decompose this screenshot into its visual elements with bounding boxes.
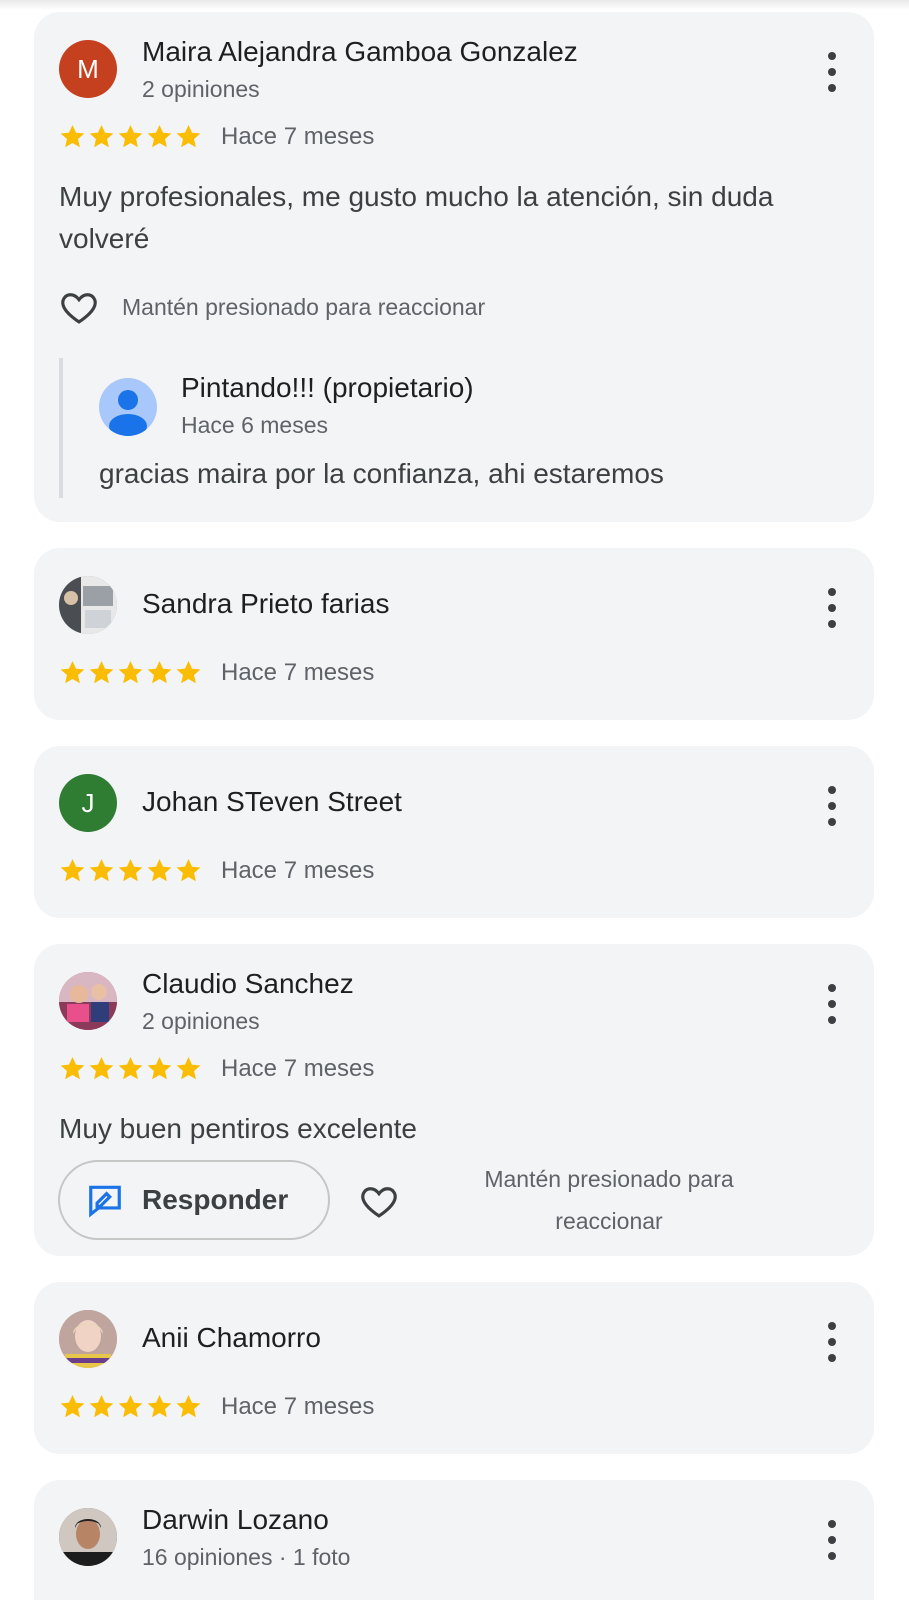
rating-row: Hace 7 meses (58, 856, 374, 885)
star-icon (89, 661, 114, 684)
star-rating (58, 658, 203, 687)
star-rating (58, 856, 203, 885)
profile-photo (59, 972, 117, 1030)
owner-reply: Pintando!!! (propietario) Hace 6 meses g… (59, 358, 839, 498)
review-date: Hace 7 meses (221, 122, 375, 150)
more-options-icon[interactable] (826, 786, 838, 826)
owner-name: Pintando!!! (propietario) (181, 372, 474, 403)
review-card: Sandra Prieto farias Hace 7 meses (34, 548, 874, 720)
rating-row: Hace 7 meses (58, 658, 374, 687)
profile-photo (59, 576, 117, 634)
review-date: Hace 7 meses (221, 1054, 375, 1082)
react-hint: Mantén presionado para reaccionar (122, 293, 486, 320)
star-icon (118, 125, 143, 148)
reply-button[interactable]: Responder (58, 1160, 330, 1240)
top-shadow (0, 0, 909, 10)
avatar[interactable] (59, 1310, 117, 1368)
review-date: Hace 7 meses (221, 856, 375, 884)
star-icon (60, 661, 85, 684)
react-row: Mantén presionado para reaccionar (56, 286, 485, 328)
heart-icon[interactable] (356, 1180, 402, 1222)
star-icon (118, 661, 143, 684)
star-icon (118, 1395, 143, 1418)
star-rating (58, 1054, 203, 1083)
star-icon (176, 661, 201, 684)
reviewer-name[interactable]: Johan STeven Street (142, 786, 402, 818)
review-text: Muy buen pentiros excelente (59, 1113, 417, 1144)
review-card: Anii Chamorro Hace 7 meses (34, 1282, 874, 1454)
review-card: Darwin Lozano 16 opiniones · 1 foto (34, 1480, 874, 1600)
rating-row: Hace 7 meses (58, 1054, 374, 1083)
person-icon (109, 390, 147, 436)
more-options-icon[interactable] (826, 52, 838, 92)
star-icon (89, 1395, 114, 1418)
avatar-initial: J (81, 787, 95, 818)
star-icon (89, 859, 114, 882)
reviewer-name[interactable]: Maira Alejandra Gamboa Gonzalez (142, 36, 578, 68)
star-icon (147, 859, 172, 882)
heart-icon[interactable] (56, 286, 102, 328)
owner-reply-date: Hace 6 meses (181, 412, 329, 438)
star-icon (147, 125, 172, 148)
avatar[interactable]: J (59, 774, 117, 832)
profile-photo (59, 1508, 117, 1566)
reviewer-name[interactable]: Anii Chamorro (142, 1322, 321, 1354)
more-options-icon[interactable] (826, 1322, 838, 1362)
avatar-initial: M (77, 53, 99, 84)
star-icon (176, 1395, 201, 1418)
reply-icon (89, 1185, 121, 1218)
review-date: Hace 7 meses (221, 658, 375, 686)
review-text: Muy profesionales, me gusto mucho la ate… (59, 181, 774, 254)
review-card: M Maira Alejandra Gamboa Gonzalez 2 opin… (34, 12, 874, 522)
more-options-icon[interactable] (826, 1520, 838, 1560)
star-icon (60, 1395, 85, 1418)
reviewer-meta: 16 opiniones · 1 foto (142, 1544, 351, 1570)
star-icon (89, 125, 114, 148)
review-date: Hace 7 meses (221, 1392, 375, 1420)
profile-photo (59, 1310, 117, 1368)
avatar[interactable]: M (59, 40, 117, 98)
rating-row: Hace 7 meses (58, 1392, 374, 1421)
reviewer-name[interactable]: Sandra Prieto farias (142, 588, 389, 620)
more-options-icon[interactable] (826, 984, 838, 1024)
star-rating (58, 122, 203, 151)
owner-avatar (99, 378, 157, 436)
owner-reply-text: gracias maira por la confianza, ahi esta… (99, 458, 664, 489)
star-icon (60, 859, 85, 882)
star-icon (89, 1057, 114, 1080)
rating-row: Hace 7 meses (58, 122, 374, 151)
review-card: J Johan STeven Street Hace 7 meses (34, 746, 874, 918)
reviewer-meta: 2 opiniones (142, 76, 260, 102)
star-icon (176, 125, 201, 148)
star-rating (58, 1392, 203, 1421)
star-icon (118, 1057, 143, 1080)
star-icon (60, 125, 85, 148)
star-icon (176, 859, 201, 882)
reviewer-name[interactable]: Claudio Sanchez (142, 968, 354, 1000)
star-icon (147, 1057, 172, 1080)
review-card: Claudio Sanchez 2 opiniones Hace 7 meses… (34, 944, 874, 1256)
avatar[interactable] (59, 576, 117, 634)
avatar[interactable] (59, 1508, 117, 1566)
more-options-icon[interactable] (826, 588, 838, 628)
reviewer-name[interactable]: Darwin Lozano (142, 1504, 329, 1536)
star-icon (60, 1057, 85, 1080)
react-hint: Mantén presionado para reaccionar (484, 1166, 734, 1234)
star-icon (176, 1057, 201, 1080)
avatar[interactable] (59, 972, 117, 1030)
star-icon (147, 1395, 172, 1418)
reply-label: Responder (142, 1184, 289, 1215)
reviewer-meta: 2 opiniones (142, 1008, 260, 1034)
star-icon (147, 661, 172, 684)
star-icon (118, 859, 143, 882)
